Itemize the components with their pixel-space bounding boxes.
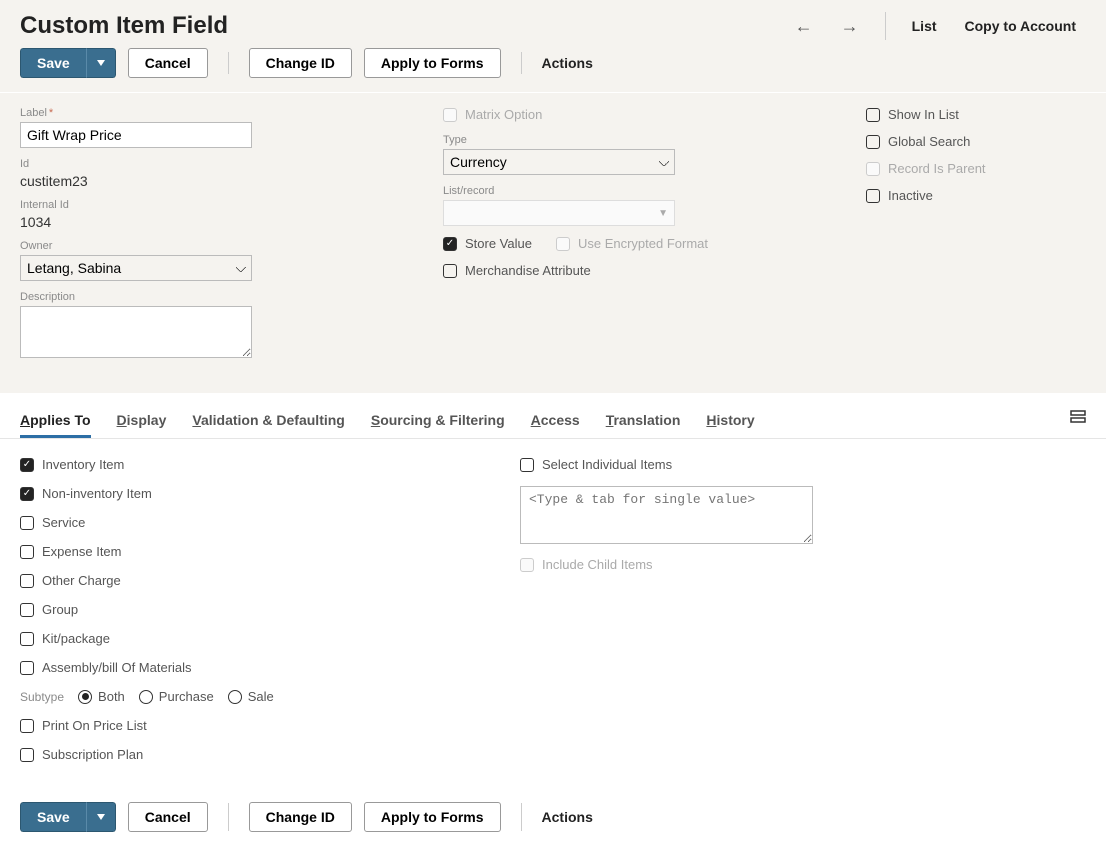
merchandise-attribute-checkbox[interactable]: Merchandise Attribute [443, 263, 826, 278]
type-label: Type [443, 134, 826, 146]
owner-label: Owner [20, 240, 403, 252]
label-input[interactable] [20, 122, 252, 148]
subtype-both-radio[interactable]: Both [78, 689, 125, 704]
next-record-button[interactable]: → [831, 16, 869, 37]
subtype-sale-radio[interactable]: Sale [228, 689, 274, 704]
chevron-down-icon [97, 814, 105, 820]
divider [521, 803, 522, 831]
type-select[interactable]: Currency [443, 149, 675, 175]
change-id-button[interactable]: Change ID [249, 48, 352, 78]
tab-sourcing[interactable]: Sourcing & Filtering [371, 412, 505, 438]
other-charge-checkbox[interactable]: Other Charge [20, 573, 480, 588]
kit-package-checkbox[interactable]: Kit/package [20, 631, 480, 646]
subscription-plan-checkbox[interactable]: Subscription Plan [20, 747, 480, 762]
label-label: Label* [20, 107, 403, 119]
prev-record-button[interactable]: ← [785, 16, 823, 37]
top-toolbar: Save Cancel Change ID Apply to Forms Act… [20, 48, 1086, 92]
id-value: custitem23 [20, 173, 403, 189]
tab-history[interactable]: History [706, 412, 754, 438]
layout-icon[interactable] [1070, 409, 1086, 438]
chevron-down-icon [97, 60, 105, 66]
individual-items-textarea[interactable] [520, 486, 813, 544]
description-textarea[interactable] [20, 306, 252, 358]
listrecord-label: List/record [443, 185, 826, 197]
apply-to-forms-button-bottom[interactable]: Apply to Forms [364, 802, 501, 832]
include-child-items-checkbox: Include Child Items [520, 557, 980, 572]
apply-to-forms-button[interactable]: Apply to Forms [364, 48, 501, 78]
record-is-parent-checkbox: Record Is Parent [866, 161, 1086, 176]
subtype-label: Subtype [20, 690, 64, 704]
inactive-checkbox[interactable]: Inactive [866, 188, 1086, 203]
save-dropdown-button-bottom[interactable] [86, 802, 116, 832]
page-title: Custom Item Field [20, 12, 228, 40]
tab-applies-to[interactable]: Applies To [20, 412, 91, 438]
tab-access[interactable]: Access [531, 412, 580, 438]
divider [228, 52, 229, 74]
listrecord-select: ▼ [443, 200, 675, 226]
description-label: Description [20, 291, 403, 303]
owner-select[interactable]: Letang, Sabina [20, 255, 252, 281]
change-id-button-bottom[interactable]: Change ID [249, 802, 352, 832]
id-label: Id [20, 158, 403, 170]
save-button-bottom[interactable]: Save [20, 802, 86, 832]
bottom-toolbar: Save Cancel Change ID Apply to Forms Act… [0, 794, 1106, 850]
service-checkbox[interactable]: Service [20, 515, 480, 530]
internal-id-label: Internal Id [20, 199, 403, 211]
tab-translation[interactable]: Translation [606, 412, 681, 438]
actions-menu[interactable]: Actions [542, 55, 593, 71]
use-encrypted-checkbox: Use Encrypted Format [556, 236, 708, 251]
copy-to-account-button[interactable]: Copy to Account [955, 14, 1086, 38]
show-in-list-checkbox[interactable]: Show In List [866, 107, 1086, 122]
store-value-checkbox[interactable]: Store Value [443, 236, 532, 251]
cancel-button[interactable]: Cancel [128, 48, 208, 78]
inventory-item-checkbox[interactable]: Inventory Item [20, 457, 480, 472]
list-button[interactable]: List [902, 14, 947, 38]
assembly-checkbox[interactable]: Assembly/bill Of Materials [20, 660, 480, 675]
print-on-price-list-checkbox[interactable]: Print On Price List [20, 718, 480, 733]
subtype-purchase-radio[interactable]: Purchase [139, 689, 214, 704]
matrix-option-checkbox: Matrix Option [443, 107, 826, 122]
expense-item-checkbox[interactable]: Expense Item [20, 544, 480, 559]
header-actions: ← → List Copy to Account [785, 12, 1086, 40]
cancel-button-bottom[interactable]: Cancel [128, 802, 208, 832]
non-inventory-item-checkbox[interactable]: Non-inventory Item [20, 486, 480, 501]
tab-validation[interactable]: Validation & Defaulting [192, 412, 344, 438]
divider [521, 52, 522, 74]
divider [885, 12, 886, 40]
group-checkbox[interactable]: Group [20, 602, 480, 617]
tab-display[interactable]: Display [117, 412, 167, 438]
actions-menu-bottom[interactable]: Actions [542, 809, 593, 825]
save-dropdown-button[interactable] [86, 48, 116, 78]
divider [228, 803, 229, 831]
internal-id-value: 1034 [20, 214, 403, 230]
save-button[interactable]: Save [20, 48, 86, 78]
select-individual-items-checkbox[interactable]: Select Individual Items [520, 457, 980, 472]
global-search-checkbox[interactable]: Global Search [866, 134, 1086, 149]
